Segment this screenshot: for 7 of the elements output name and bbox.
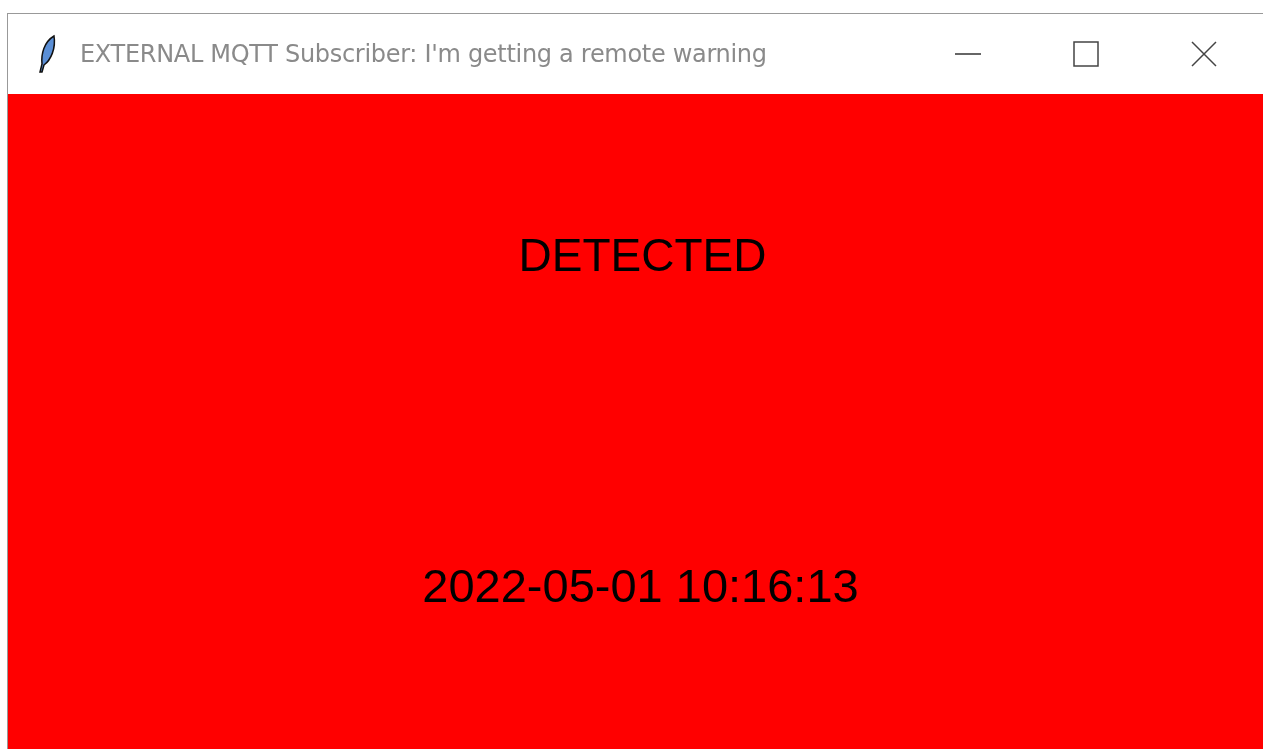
feather-icon <box>38 34 58 74</box>
close-icon <box>1190 40 1218 68</box>
window-title: EXTERNAL MQTT Subscriber: I'm getting a remote warning <box>80 40 767 68</box>
maximize-icon <box>1072 40 1100 68</box>
status-label: DETECTED <box>518 228 767 282</box>
minimize-icon <box>954 53 982 55</box>
timestamp-label: 2022-05-01 10:16:13 <box>422 558 859 613</box>
